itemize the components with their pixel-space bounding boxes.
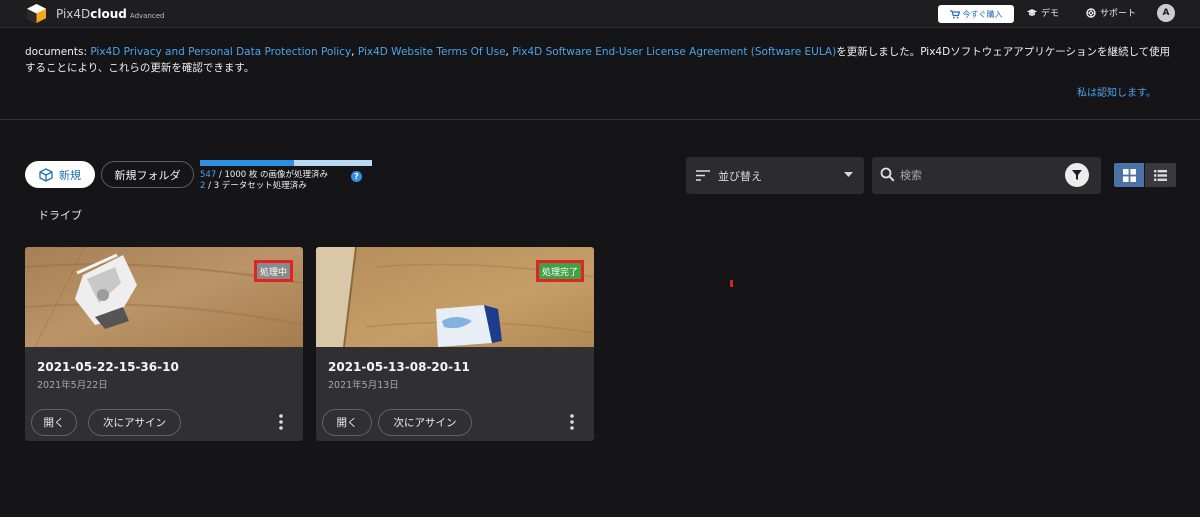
dataset-thumbnail[interactable]: 処理中 bbox=[25, 247, 303, 347]
acknowledge-link[interactable]: 私は認知します。 bbox=[1077, 84, 1156, 99]
dataset-date: 2021年5月22日 bbox=[37, 380, 108, 391]
status-badge: 処理完了 bbox=[536, 260, 585, 282]
buy-now-label: 今すぐ購入 bbox=[962, 9, 1003, 19]
open-button[interactable]: 開く bbox=[322, 409, 372, 436]
cart-icon bbox=[949, 9, 960, 18]
dataset-card[interactable]: 処理中 2021-05-22-15-36-10 2021年5月22日 開く 次に… bbox=[25, 247, 303, 441]
grid-view-button[interactable] bbox=[1114, 163, 1144, 187]
chevron-down-icon bbox=[844, 172, 853, 177]
privacy-policy-link[interactable]: Pix4D Privacy and Personal Data Protecti… bbox=[90, 46, 351, 58]
app-logo-text: Pix4Dcloud Advanced bbox=[56, 7, 165, 21]
grid-icon bbox=[1122, 168, 1136, 182]
top-bar: Pix4Dcloud Advanced 今すぐ購入 デモ サポート A bbox=[0, 0, 1200, 28]
search-icon bbox=[880, 167, 895, 182]
filter-icon bbox=[1072, 170, 1082, 180]
cube-icon bbox=[39, 167, 53, 182]
avatar[interactable]: A bbox=[1157, 4, 1175, 22]
sort-icon bbox=[696, 170, 710, 181]
cursor-marker bbox=[730, 280, 733, 287]
demo-link[interactable]: デモ bbox=[1027, 6, 1059, 19]
assign-button[interactable]: 次にアサイン bbox=[88, 409, 181, 436]
pix4d-logo-icon[interactable] bbox=[26, 3, 47, 24]
datasets-processed-text: 2 / 3 データセット処理済み bbox=[200, 181, 307, 191]
progress-fill bbox=[200, 160, 295, 166]
dataset-title: 2021-05-22-15-36-10 bbox=[37, 360, 179, 374]
filter-button[interactable] bbox=[1065, 163, 1089, 187]
eula-link[interactable]: Pix4D Software End-User License Agreemen… bbox=[512, 46, 836, 58]
search-box bbox=[872, 157, 1101, 194]
sort-dropdown[interactable]: 並び替え bbox=[686, 157, 864, 194]
images-processed-text: 547 / 1000 枚 の画像が処理済み bbox=[200, 170, 329, 180]
new-dataset-button[interactable]: 新規 bbox=[25, 161, 95, 188]
demo-label: デモ bbox=[1041, 9, 1060, 19]
sort-label: 並び替え bbox=[718, 169, 762, 183]
new-folder-button[interactable]: 新規フォルダ bbox=[101, 161, 194, 188]
lifebuoy-icon bbox=[1086, 7, 1096, 18]
list-icon bbox=[1154, 169, 1167, 181]
support-label: サポート bbox=[1100, 9, 1137, 19]
terms-of-use-link[interactable]: Pix4D Website Terms Of Use bbox=[358, 46, 506, 58]
divider bbox=[0, 119, 1200, 120]
more-options-icon[interactable] bbox=[275, 412, 287, 432]
more-options-icon[interactable] bbox=[566, 412, 578, 432]
dataset-date: 2021年5月13日 bbox=[328, 380, 399, 391]
help-icon[interactable]: ? bbox=[351, 171, 362, 182]
dataset-card[interactable]: 処理完了 2021-05-13-08-20-11 2021年5月13日 開く 次… bbox=[316, 247, 594, 441]
support-link[interactable]: サポート bbox=[1086, 6, 1136, 19]
graduation-cap-icon bbox=[1027, 8, 1037, 16]
processing-stats: 547 / 1000 枚 の画像が処理済み 2 / 3 データセット処理済み bbox=[200, 170, 328, 192]
dataset-thumbnail[interactable]: 処理完了 bbox=[316, 247, 594, 347]
assign-button[interactable]: 次にアサイン bbox=[378, 409, 472, 436]
list-view-button[interactable] bbox=[1145, 163, 1176, 187]
processing-progress-bar bbox=[200, 160, 372, 166]
policy-update-notice: documents: Pix4D Privacy and Personal Da… bbox=[25, 46, 1171, 74]
new-label: 新規 bbox=[59, 168, 81, 182]
search-input[interactable] bbox=[900, 166, 1050, 184]
dataset-title: 2021-05-13-08-20-11 bbox=[328, 360, 470, 374]
open-button[interactable]: 開く bbox=[31, 409, 77, 436]
buy-now-button[interactable]: 今すぐ購入 bbox=[938, 5, 1014, 23]
status-badge: 処理中 bbox=[254, 260, 294, 282]
breadcrumb[interactable]: ドライブ bbox=[38, 207, 82, 223]
